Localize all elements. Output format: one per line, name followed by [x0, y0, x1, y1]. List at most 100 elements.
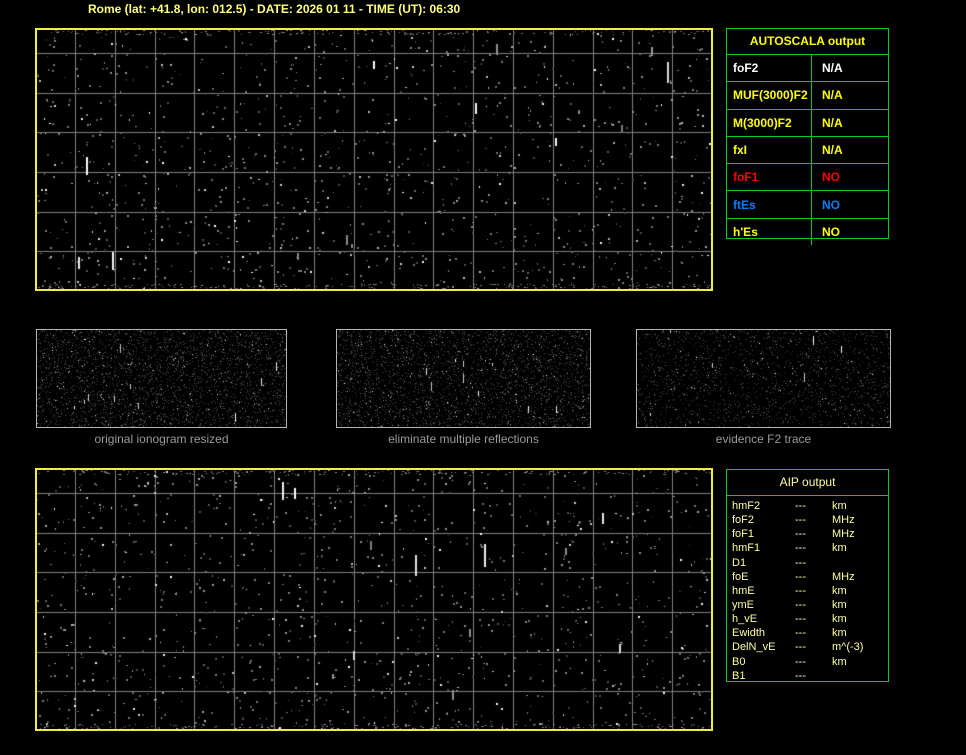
aip-row-value: ---: [795, 542, 806, 555]
autoscala-row-value: N/A: [822, 88, 843, 103]
aip-row-value: ---: [795, 500, 806, 512]
aip-row-label: foF1: [732, 528, 755, 541]
ionogram-top-y-tick: [2, 244, 32, 258]
aip-row-value: ---: [795, 641, 806, 654]
aip-row-value: ---: [795, 570, 806, 583]
panel-evidence-f2: [636, 329, 891, 428]
aip-row-label: B1: [732, 669, 746, 682]
aip-row-label: foF2: [732, 514, 755, 527]
aip-row-label: hmF2: [732, 500, 761, 512]
autoscala-row-label: M(3000)F2: [727, 109, 812, 136]
aip-row-unit: MHz: [832, 570, 855, 583]
aip-row: Ewidth --- km: [727, 626, 888, 640]
ionogram-top-y-tick: [2, 86, 32, 100]
aip-table-body: hmF2 --- km foF2 --- MHz foF1 --- MHz hmF1 --- km D1…: [727, 496, 888, 683]
autoscala-row-value: N/A: [822, 143, 843, 158]
aip-row-unit: km: [832, 542, 847, 555]
autoscala-row-label: foF2: [727, 55, 812, 82]
caption-original-ionogram: original ionogram resized: [94, 432, 229, 446]
aip-row-unit: m^(-3): [832, 641, 864, 654]
aip-row-value: ---: [795, 528, 806, 541]
aip-row-unit: MHz: [832, 514, 855, 527]
ionogram-bottom-y-tick: [2, 645, 32, 659]
aip-row-value: ---: [795, 514, 806, 527]
aip-row-unit: km: [832, 584, 847, 597]
autoscala-row: fxI N/A: [727, 136, 888, 165]
aip-row-label: ymE: [732, 598, 754, 611]
aip-row-value: ---: [795, 556, 806, 569]
ionogram-bottom-y-tick: [2, 684, 32, 698]
autoscala-row: ftEs NO: [727, 191, 888, 219]
ionogram-bottom-y-tick: [2, 565, 32, 579]
panel-canvas-eliminate: [337, 330, 590, 427]
aip-row: hmE --- km: [727, 584, 888, 598]
ionogram-canvas-top: [37, 30, 711, 289]
autoscala-row-label: ftEs: [727, 191, 812, 218]
aip-row-label: Ewidth: [732, 627, 766, 640]
ionogram-top-y-tick: [2, 165, 32, 179]
autoscala-row-value: NO: [822, 197, 840, 212]
aip-row-unit: [832, 669, 888, 683]
aip-row-label: D1: [732, 556, 747, 569]
ionogram-bottom-y-tick: [2, 526, 32, 540]
aip-row-label: hmF1: [732, 542, 761, 555]
autoscala-row-value: NO: [822, 224, 840, 239]
autoscala-table-title: AUTOSCALA output: [727, 29, 888, 55]
aip-row: DelN_vE --- m^(-3): [727, 640, 888, 654]
panel-original-ionogram: [36, 329, 287, 428]
ionogram-top-y-tick: [2, 22, 32, 36]
aip-table-title: AIP output: [727, 470, 888, 496]
ionogram-bottom-y-tick: [2, 724, 32, 738]
aip-row-label: B0: [732, 655, 746, 668]
aip-row-value: ---: [795, 598, 806, 611]
aip-row: foE --- MHz: [727, 570, 888, 584]
aip-row-unit: [832, 556, 888, 570]
autoscala-row-value: N/A: [822, 61, 843, 76]
aip-row-unit: km: [832, 655, 847, 668]
ionogram-plot-bottom: [35, 468, 713, 731]
aip-row-label: DelN_vE: [732, 641, 776, 654]
aip-row: foF1 --- MHz: [727, 527, 888, 541]
autoscala-row-label: fxI: [727, 136, 812, 164]
aip-row: h_vE --- km: [727, 612, 888, 626]
autoscala-row: M(3000)F2 N/A: [727, 109, 888, 137]
ionogram-bottom-y-tick: [2, 486, 32, 500]
autoscala-row-label: MUF(3000)F2: [727, 82, 812, 109]
aip-row: B0 --- km: [727, 655, 888, 669]
ionogram-plot-top: [35, 28, 713, 291]
ionogram-bottom-y-tick: [2, 605, 32, 619]
aip-row: B1 ---: [727, 669, 888, 683]
ionogram-top-y-tick: [2, 284, 32, 298]
autoscala-row: foF1 NO: [727, 164, 888, 192]
aip-row: D1 ---: [727, 556, 888, 570]
aip-row-value: ---: [795, 655, 806, 668]
ionogram-top-y-tick: [2, 125, 32, 139]
aip-row-label: h_vE: [732, 613, 758, 626]
aip-row-value: ---: [795, 584, 806, 597]
ionogram-top-y-tick: [2, 46, 32, 60]
aip-row-value: ---: [795, 669, 806, 682]
aip-row: hmF1 --- km: [727, 541, 888, 555]
caption-evidence-f2: evidence F2 trace: [715, 432, 812, 446]
aip-row-unit: km: [832, 627, 847, 640]
caption-eliminate-reflections: eliminate multiple reflections: [388, 432, 539, 446]
autoscala-row: MUF(3000)F2 N/A: [727, 82, 888, 110]
autoscala-row-label: h'Es: [727, 218, 812, 246]
panel-eliminate-reflections: [336, 329, 591, 428]
autoscala-table-body: foF2 N/A MUF(3000)F2 N/A M(3000)F2 N/A fxI N/A f…: [727, 55, 888, 246]
autoscala-output-table: AUTOSCALA output foF2 N/A MUF(3000)F2 N/A M(…: [726, 28, 889, 246]
ionogram-bottom-y-tick: [2, 462, 32, 476]
autoscala-row-value: NO: [822, 170, 840, 185]
panel-canvas-evidence: [637, 330, 890, 427]
aip-row-label: hmE: [732, 584, 755, 597]
aip-row: foF2 --- MHz: [727, 513, 888, 527]
autoscala-row-value: N/A: [822, 115, 843, 130]
ionogram-top-y-tick: [2, 205, 32, 219]
aip-row-unit: MHz: [832, 528, 855, 541]
aip-output-table: AIP output hmF2 --- km foF2 --- MHz foF1 --- MHz…: [726, 469, 889, 682]
aip-row-label: foE: [732, 570, 749, 583]
aip-row-unit: km: [832, 613, 847, 626]
aip-row: ymE --- km: [727, 598, 888, 612]
autoscala-row-label: foF1: [727, 164, 812, 191]
aip-row-unit: km: [832, 598, 847, 611]
